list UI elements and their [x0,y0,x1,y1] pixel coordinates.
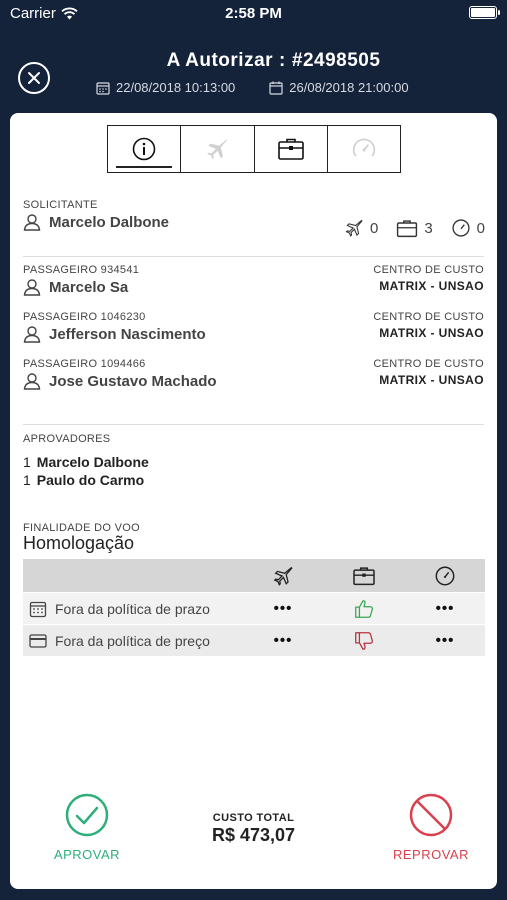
tab-bar [107,125,401,173]
user-icon [23,279,41,296]
other-status: ••• [435,600,455,617]
tab-info[interactable] [108,126,182,172]
prohibited-icon [409,793,453,837]
status-bar: Carrier 2:58 PM [0,0,507,28]
approvers-label: APROVADORES [23,433,111,445]
thumbs-down-icon [355,631,374,650]
hotel-counter: 3 [396,218,433,238]
policy-row-price: Fora da política de preço ••• ••• [23,624,485,656]
info-icon [132,137,156,161]
approve-label: APROVAR [53,847,121,862]
speedometer-icon [435,566,455,585]
page-title: A Autorizar: #2498505 [0,50,507,72]
airplane-icon [207,139,228,160]
total-value: R$ 473,07 [211,825,296,845]
hotel-status[interactable] [344,593,384,624]
total-cost: CUSTO TOTAL R$ 473,07 [190,812,317,846]
tab-others[interactable] [328,126,400,172]
requester: SOLICITANTE Marcelo Dalbone [23,199,169,231]
cost-center-value: MATRIX - UNSAO [379,279,484,293]
requester-name: Marcelo Dalbone [23,213,169,231]
cost-center-label: CENTRO DE CUSTO [373,358,484,370]
credit-card-icon [29,633,47,648]
speedometer-icon [452,219,470,237]
flight-status: ••• [273,632,293,649]
policy-label: Fora da política de prazo [55,600,210,617]
passenger-row: PASSAGEIRO 934541 Marcelo Sa CENTRO DE C… [23,264,484,304]
total-label: CUSTO TOTAL [212,812,295,824]
passenger-name: Jose Gustavo Machado [23,372,217,390]
order-number: #2498505 [291,50,381,71]
airplane-icon [345,219,363,237]
user-icon [23,214,41,231]
user-icon [23,373,41,390]
date-range: 22/08/2018 10:13:00 26/08/2018 21:00:00 [96,80,409,95]
action-footer: APROVAR CUSTO TOTAL R$ 473,07 REPROVAR [10,793,497,863]
divider [23,424,484,425]
reject-label: REPROVAR [393,847,469,862]
check-circle-icon [65,793,109,837]
flight-status: ••• [273,600,293,617]
end-date: 26/08/2018 21:00:00 [269,80,409,95]
close-icon [28,72,40,84]
approvers-list: 1 Marcelo Dalbone 1 Paulo do Carmo [23,454,149,488]
title-prefix: A Autorizar [166,50,274,71]
tab-flights[interactable] [181,126,255,172]
start-date-text: 22/08/2018 10:13:00 [116,80,236,95]
requester-label: SOLICITANTE [23,199,98,211]
passenger-row: PASSAGEIRO 1046230 Jefferson Nascimento … [23,311,484,351]
passenger-label: PASSAGEIRO 1094466 [23,358,146,370]
calendar-icon [269,81,283,95]
passenger-row: PASSAGEIRO 1094466 Jose Gustavo Machado … [23,358,484,398]
flight-column-header [263,559,303,592]
clock: 2:58 PM [225,5,282,22]
flight-purpose: FINALIDADE DO VOO Homologação [23,522,140,554]
tab-hotels[interactable] [255,126,328,172]
title-separator: : [279,50,286,71]
airplane-icon [273,566,293,586]
policy-label: Fora da política de preço [55,632,210,649]
calendar-icon [29,601,47,617]
battery-icon [469,6,500,19]
cost-center-value: MATRIX - UNSAO [379,373,484,387]
policy-row-deadline: Fora da política de prazo ••• ••• [23,592,485,624]
briefcase-icon [277,138,304,160]
policy-table-header [23,559,485,592]
approver-item: 1 Paulo do Carmo [23,472,145,488]
hotel-status[interactable] [344,625,384,656]
policy-table: Fora da política de prazo ••• ••• Fora d… [23,559,485,656]
user-icon [23,326,41,343]
other-counter: 0 [451,218,485,238]
passenger-name: Marcelo Sa [23,278,139,296]
end-date-text: 26/08/2018 21:00:00 [289,80,409,95]
briefcase-icon [353,566,375,585]
purpose-value: Homologação [23,533,135,553]
request-card: SOLICITANTE Marcelo Dalbone 0 3 0 PASSAG… [10,113,497,889]
start-date: 22/08/2018 10:13:00 [96,80,235,95]
passenger-name: Jefferson Nascimento [23,325,206,343]
briefcase-icon [397,219,418,237]
approve-button[interactable]: APROVAR [32,793,142,862]
thumbs-up-icon [355,599,374,618]
speedometer-icon [352,138,375,157]
item-counters: 0 3 0 [344,218,485,238]
passenger-label: PASSAGEIRO 1046230 [23,311,146,323]
other-status: ••• [435,632,455,649]
other-column-header [425,559,465,592]
cost-center-label: CENTRO DE CUSTO [373,264,484,276]
hotel-column-header [344,559,384,592]
calendar-icon [96,81,110,95]
approver-item: 1 Marcelo Dalbone [23,454,149,470]
approvers: APROVADORES 1 Marcelo Dalbone 1 Paulo do C… [23,433,149,490]
header: A Autorizar: #2498505 22/08/2018 10:13:00… [0,40,507,110]
divider [23,256,484,257]
flight-counter: 0 [344,218,378,238]
cost-center-label: CENTRO DE CUSTO [373,311,484,323]
cost-center-value: MATRIX - UNSAO [379,326,484,340]
passenger-label: PASSAGEIRO 934541 [23,264,140,276]
reject-button[interactable]: REPROVAR [376,793,486,862]
